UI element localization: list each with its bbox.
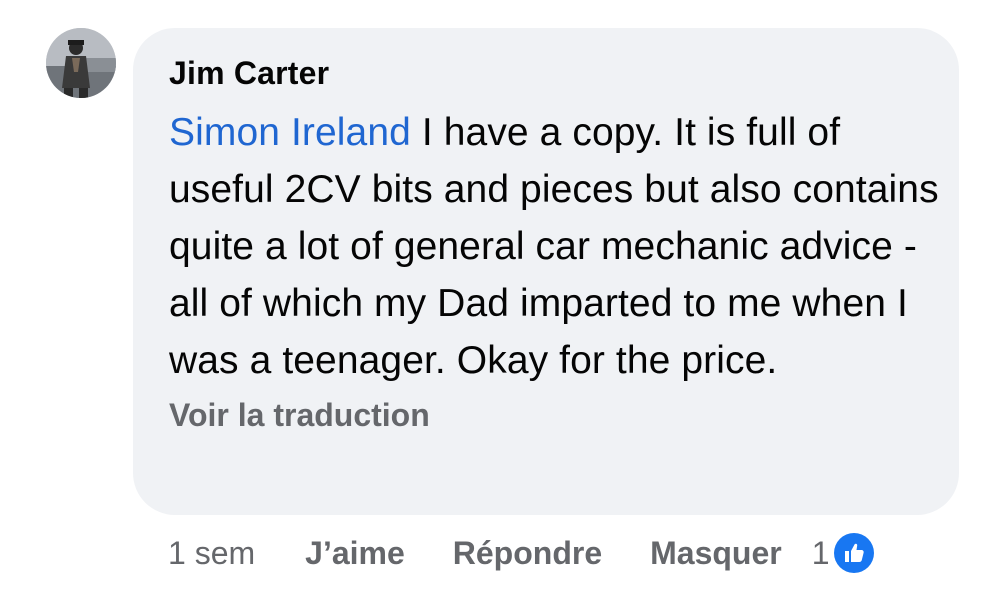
avatar[interactable] xyxy=(46,28,116,98)
reply-button[interactable]: Répondre xyxy=(453,535,602,572)
like-button[interactable]: J’aime xyxy=(305,535,405,572)
timestamp[interactable]: 1 sem xyxy=(168,535,255,572)
comment-author[interactable]: Jim Carter xyxy=(169,54,959,92)
comment-view: Jim Carter Simon Ireland I have a copy. … xyxy=(0,0,1000,592)
thumbs-up-icon[interactable] xyxy=(833,533,874,573)
hide-button[interactable]: Masquer xyxy=(650,535,782,572)
comment-bubble: Jim Carter Simon Ireland I have a copy. … xyxy=(133,28,959,515)
reaction-count[interactable]: 1 xyxy=(812,535,830,572)
comment-actions: 1 sem J’aime Répondre Masquer 1 xyxy=(168,530,874,576)
profile-photo-icon xyxy=(46,28,116,98)
mention-link[interactable]: Simon Ireland xyxy=(169,111,411,154)
comment-text: Simon Ireland I have a copy. It is full … xyxy=(169,104,939,389)
see-translation-link[interactable]: Voir la traduction xyxy=(169,395,959,435)
